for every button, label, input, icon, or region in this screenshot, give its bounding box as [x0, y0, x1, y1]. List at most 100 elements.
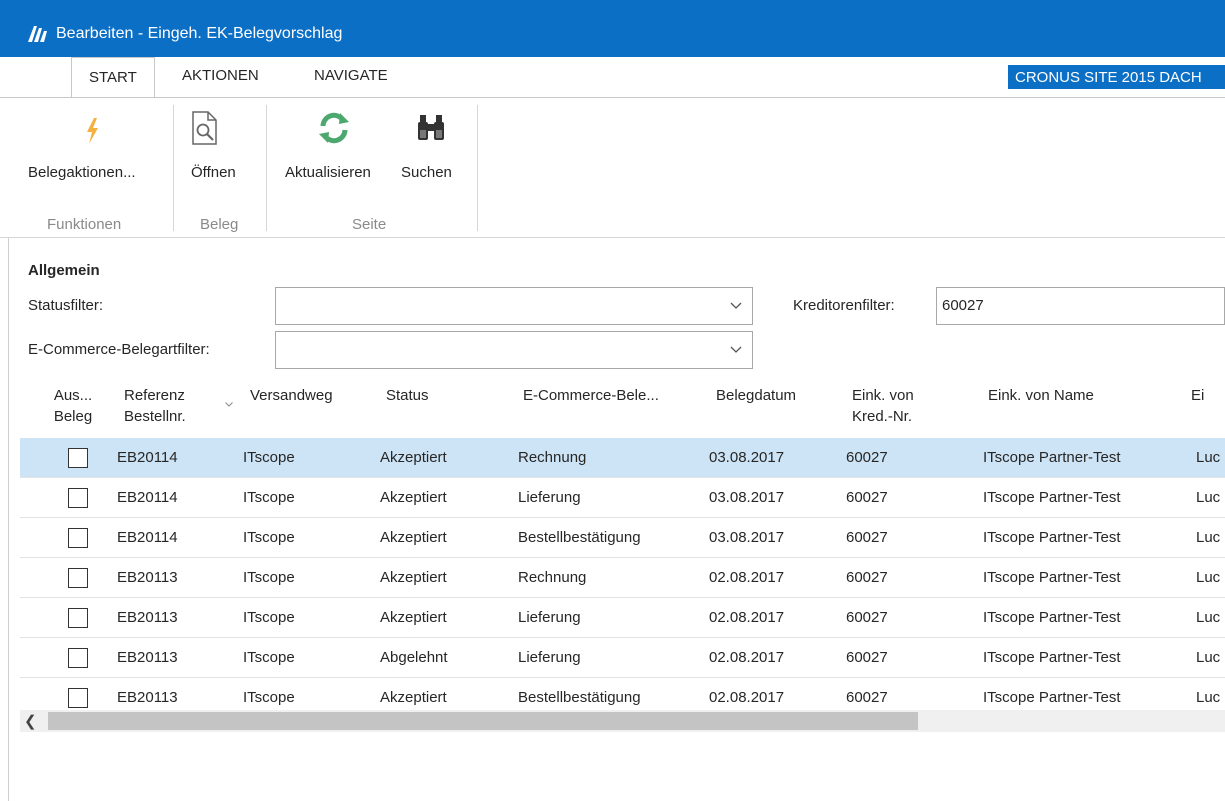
table-row[interactable]: EB20114 ITscope Akzeptiert Bestellbestätigu… [20, 518, 1225, 558]
tab-start[interactable]: START [71, 57, 155, 97]
table-row[interactable]: EB20114 ITscope Akzeptiert Rechnung 03.08.20… [20, 438, 1225, 478]
ribbon-separator [266, 105, 267, 231]
col-header-aus-beleg-line2: Beleg [53, 408, 93, 425]
table-row[interactable]: EB20113 ITscope Akzeptiert Bestellbestätigu… [20, 678, 1225, 709]
cell-art: Lieferung [518, 489, 581, 506]
group-seite-label: Seite [352, 216, 387, 233]
section-title-allgemein: Allgemein [28, 262, 100, 279]
tab-navigate[interactable]: NAVIGATE [314, 67, 388, 84]
col-header-belegdatum[interactable]: Belegdatum [716, 385, 796, 406]
col-header-aus-beleg-line1: Aus... [53, 387, 93, 404]
col-header-referenz-line2: Bestellnr. [124, 408, 186, 425]
aus-beleg-checkbox[interactable] [68, 448, 88, 468]
table-row[interactable]: EB20113 ITscope Akzeptiert Rechnung 02.08.20… [20, 558, 1225, 598]
status-filter-select[interactable] [275, 287, 753, 325]
cell-versand: ITscope [243, 489, 295, 506]
cell-next: Luc [1196, 449, 1221, 466]
table-row[interactable]: EB20113 ITscope Abgelehnt Lieferung 02.08.20… [20, 638, 1225, 678]
cell-art: Rechnung [518, 569, 587, 586]
cell-ref: EB20113 [117, 649, 178, 666]
cell-status: Akzeptiert [380, 689, 447, 706]
aus-beleg-checkbox[interactable] [68, 648, 88, 668]
cell-ref: EB20113 [117, 569, 178, 586]
company-name[interactable]: CRONUS SITE 2015 DACH [1008, 65, 1225, 89]
cell-kred: 60027 [846, 569, 888, 586]
dynamics-logo-icon [28, 26, 47, 42]
sort-descending-icon [225, 402, 233, 407]
col-header-eink-kred-line2: Kred.-Nr. [852, 408, 913, 425]
col-header-eink-kred-nr[interactable]: Eink. von Kred.-Nr. [852, 385, 914, 427]
col-header-eink-name[interactable]: Eink. von Name [988, 385, 1094, 406]
group-beleg-label: Beleg [200, 216, 239, 233]
cell-ref: EB20114 [117, 489, 178, 506]
cell-ref: EB20113 [117, 609, 178, 626]
table-row[interactable]: EB20114 ITscope Akzeptiert Lieferung 03.08.2… [20, 478, 1225, 518]
cell-datum: 02.08.2017 [709, 569, 785, 586]
belegaktionen-button[interactable]: Belegaktionen... [28, 98, 163, 198]
aus-beleg-checkbox[interactable] [68, 488, 88, 508]
kreditorenfilter-input[interactable]: 60027 [936, 287, 1225, 325]
col-header-versandweg[interactable]: Versandweg [250, 385, 333, 406]
cell-datum: 03.08.2017 [709, 489, 785, 506]
col-header-ecommerce-belegart[interactable]: E-Commerce-Bele... [523, 385, 659, 406]
aktualisieren-button[interactable]: Aktualisieren [285, 98, 400, 198]
scroll-left-icon[interactable]: ❮ [24, 712, 37, 730]
table-row[interactable]: EB20113 ITscope Akzeptiert Lieferung 02.08.2… [20, 598, 1225, 638]
cell-kred: 60027 [846, 649, 888, 666]
cell-art: Bestellbestätigung [518, 529, 641, 546]
oeffnen-button[interactable]: Öffnen [191, 98, 253, 198]
col-header-eink-kred-line1: Eink. von [852, 387, 914, 404]
open-document-icon [192, 111, 217, 145]
scrollbar-thumb[interactable] [48, 712, 918, 730]
col-header-referenz[interactable]: Referenz Bestellnr. [124, 385, 186, 427]
cell-art: Lieferung [518, 609, 581, 626]
tab-aktionen[interactable]: AKTIONEN [182, 67, 259, 84]
oeffnen-label: Öffnen [191, 164, 236, 181]
cell-name: ITscope Partner-Test [983, 689, 1121, 706]
status-filter-label: Statusfilter: [28, 297, 104, 314]
cell-art: Bestellbestätigung [518, 689, 641, 706]
window-title: Bearbeiten - Eingeh. EK-Belegvorschlag [56, 25, 343, 42]
chevron-down-icon [730, 346, 742, 353]
suchen-label: Suchen [401, 164, 452, 181]
cell-next: Luc [1196, 489, 1221, 506]
refresh-icon [319, 112, 349, 144]
lightning-icon [87, 118, 98, 144]
aus-beleg-checkbox[interactable] [68, 528, 88, 548]
cell-kred: 60027 [846, 449, 888, 466]
cell-ref: EB20113 [117, 689, 178, 706]
binoculars-icon [418, 115, 444, 140]
aus-beleg-checkbox[interactable] [68, 688, 88, 708]
cell-name: ITscope Partner-Test [983, 609, 1121, 626]
cell-status: Akzeptiert [380, 569, 447, 586]
cell-name: ITscope Partner-Test [983, 449, 1121, 466]
content-left-border [8, 238, 9, 801]
cell-datum: 02.08.2017 [709, 649, 785, 666]
horizontal-scrollbar[interactable]: ❮ [20, 710, 1225, 732]
cell-kred: 60027 [846, 689, 888, 706]
col-header-status[interactable]: Status [386, 385, 429, 406]
ecommerce-filter-label: E-Commerce-Belegartfilter: [28, 341, 210, 358]
ribbon-separator [173, 105, 174, 231]
cell-next: Luc [1196, 689, 1221, 706]
cell-next: Luc [1196, 529, 1221, 546]
tab-aktionen-label: AKTIONEN [182, 67, 259, 84]
cell-datum: 03.08.2017 [709, 529, 785, 546]
col-header-aus-beleg[interactable]: Aus... Beleg [53, 385, 93, 427]
col-header-referenz-line1: Referenz [124, 387, 185, 404]
suchen-button[interactable]: Suchen [401, 98, 466, 198]
aus-beleg-checkbox[interactable] [68, 568, 88, 588]
ecommerce-filter-select[interactable] [275, 331, 753, 369]
cell-status: Akzeptiert [380, 449, 447, 466]
tab-start-label: START [89, 69, 137, 86]
cell-kred: 60027 [846, 609, 888, 626]
cell-versand: ITscope [243, 689, 295, 706]
cell-datum: 02.08.2017 [709, 609, 785, 626]
aus-beleg-checkbox[interactable] [68, 608, 88, 628]
col-header-next[interactable]: Ei [1191, 385, 1204, 406]
cell-art: Lieferung [518, 649, 581, 666]
cell-name: ITscope Partner-Test [983, 569, 1121, 586]
cell-kred: 60027 [846, 529, 888, 546]
kreditorenfilter-label: Kreditorenfilter: [793, 297, 895, 314]
title-bar: Bearbeiten - Eingeh. EK-Belegvorschlag [0, 0, 1225, 57]
